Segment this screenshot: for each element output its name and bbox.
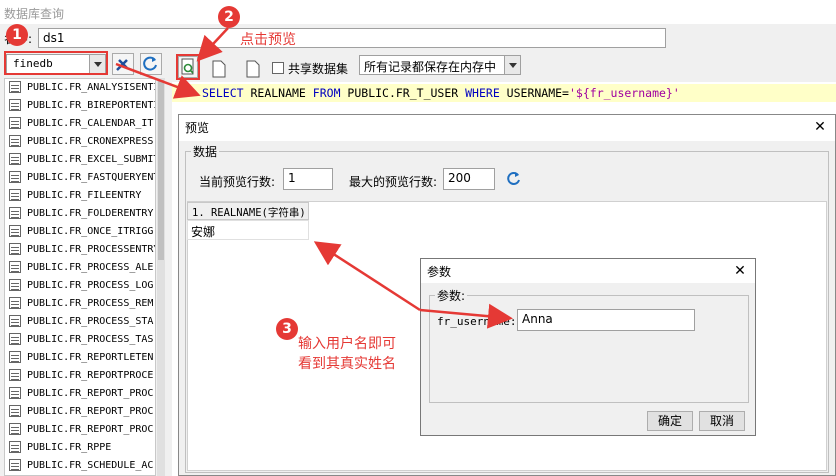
arrow-to-result — [313, 241, 421, 312]
arrow-to-sql — [115, 62, 201, 99]
arrow-to-input — [419, 303, 513, 329]
arrow-to-preview — [196, 27, 229, 62]
annotation-arrows — [115, 27, 513, 329]
